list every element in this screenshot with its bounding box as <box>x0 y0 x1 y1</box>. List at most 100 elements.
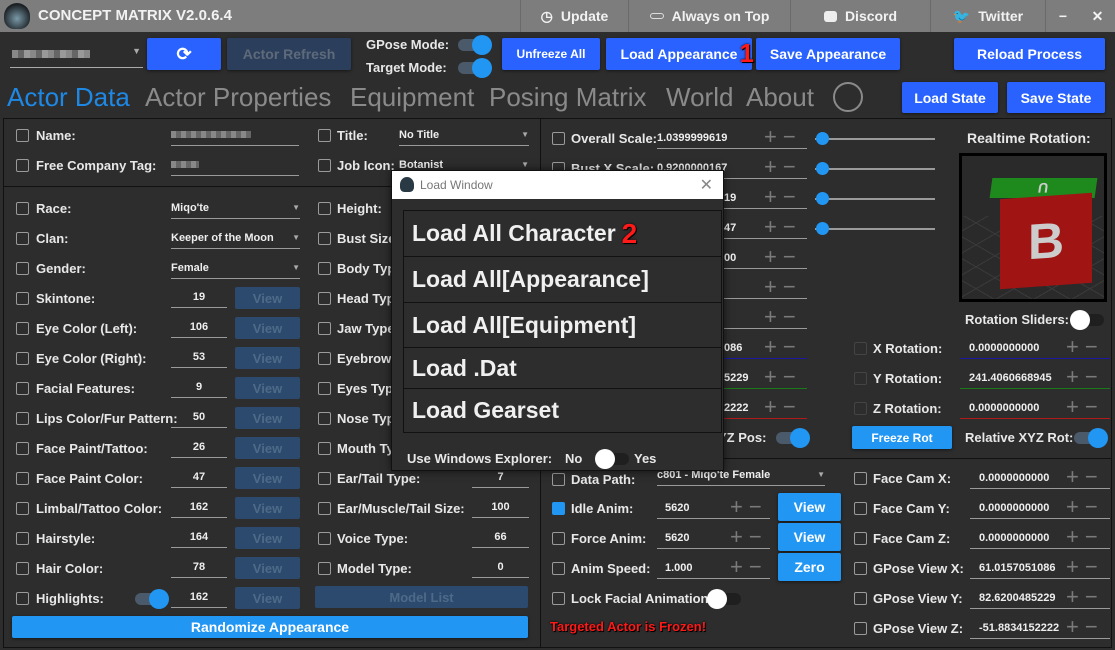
highlights-toggle[interactable] <box>135 589 169 609</box>
view-button[interactable]: View <box>235 437 300 459</box>
gpose-mode-toggle[interactable] <box>458 35 492 55</box>
tab-about[interactable]: About <box>746 82 814 113</box>
lock-facial-checkbox[interactable] <box>552 592 565 605</box>
refresh-button[interactable]: ⟳ <box>147 38 221 70</box>
row-checkbox[interactable] <box>16 262 29 275</box>
row-value-field[interactable]: 19 <box>171 286 227 308</box>
freeze-rot-button[interactable]: Freeze Rot <box>852 426 952 449</box>
rotation-plus-minus[interactable]: +− <box>1066 364 1104 390</box>
row-select[interactable]: Miqo'te ▼ <box>171 197 300 219</box>
scale-plus-minus[interactable]: +− <box>764 334 802 360</box>
view-button[interactable]: View <box>235 377 300 399</box>
row-checkbox[interactable] <box>854 502 867 515</box>
view-button[interactable]: View <box>235 527 300 549</box>
row-value-field[interactable]: 47 <box>171 466 227 488</box>
scale-plus-minus[interactable]: +− <box>764 364 802 390</box>
row-value-field[interactable]: 100 <box>472 496 529 518</box>
tab-posing-matrix[interactable]: Posing Matrix <box>489 82 647 113</box>
row-checkbox[interactable] <box>854 622 867 635</box>
row-checkbox[interactable] <box>318 532 331 545</box>
row-checkbox[interactable] <box>16 292 29 305</box>
load-gearset-button[interactable]: Load Gearset <box>403 388 722 433</box>
fc-tag-field[interactable] <box>171 154 299 176</box>
data-path-checkbox[interactable] <box>552 473 565 486</box>
scale-plus-minus[interactable]: +− <box>764 304 802 330</box>
unfreeze-all-button[interactable]: Unfreeze All <box>502 38 600 70</box>
row-checkbox[interactable] <box>16 202 29 215</box>
rotation-plus-minus[interactable]: +− <box>1066 394 1104 420</box>
camera-plus-minus[interactable]: +− <box>1066 464 1104 490</box>
load-appearance-button[interactable]: Load Appearance 1 <box>606 38 754 70</box>
scale-plus-minus[interactable]: +− <box>764 154 802 180</box>
row-value-field[interactable]: 9 <box>171 376 227 398</box>
speed-zero-button[interactable]: Zero <box>778 553 841 581</box>
view-button[interactable]: View <box>235 557 300 579</box>
save-state-button[interactable]: Save State <box>1007 82 1105 113</box>
row-checkbox[interactable] <box>854 562 867 575</box>
actor-refresh-button[interactable]: Actor Refresh <box>227 38 351 70</box>
discord-button[interactable]: Discord <box>790 0 930 32</box>
camera-plus-minus[interactable]: +− <box>1066 524 1104 550</box>
row-checkbox[interactable] <box>16 532 29 545</box>
relative-rot-toggle[interactable] <box>1074 428 1108 448</box>
idle-plus-minus[interactable]: +− <box>730 494 768 520</box>
force-checkbox[interactable] <box>552 532 565 545</box>
row-checkbox[interactable] <box>318 412 331 425</box>
row-checkbox[interactable] <box>16 352 29 365</box>
tab-world[interactable]: World <box>666 82 733 113</box>
row-value-field[interactable]: 0 <box>472 556 529 578</box>
view-button[interactable]: View <box>235 317 300 339</box>
title-select[interactable]: No Title ▼ <box>399 124 529 146</box>
view-button[interactable]: View <box>235 497 300 519</box>
row-checkbox[interactable] <box>318 442 331 455</box>
row-select[interactable]: Keeper of the Moon ▼ <box>171 227 300 249</box>
actor-select[interactable]: ▼ <box>10 42 143 68</box>
view-button[interactable]: View <box>235 347 300 369</box>
camera-plus-minus[interactable]: +− <box>1066 554 1104 580</box>
row-checkbox[interactable] <box>318 292 331 305</box>
name-checkbox[interactable] <box>16 129 29 142</box>
row-value-field[interactable]: 26 <box>171 436 227 458</box>
view-button[interactable]: View <box>235 407 300 429</box>
scale-plus-minus[interactable]: +− <box>764 184 802 210</box>
row-checkbox[interactable] <box>16 232 29 245</box>
scale-plus-minus[interactable]: +− <box>764 274 802 300</box>
scale-slider[interactable] <box>815 222 935 235</box>
fc-tag-checkbox[interactable] <box>16 159 29 172</box>
row-checkbox[interactable] <box>318 352 331 365</box>
camera-plus-minus[interactable]: +− <box>1066 614 1104 640</box>
palette-icon[interactable] <box>833 82 863 112</box>
rotation-plus-minus[interactable]: +− <box>1066 334 1104 360</box>
row-value-field[interactable]: 162 <box>171 496 227 518</box>
title-checkbox[interactable] <box>318 129 331 142</box>
row-value-field[interactable]: 164 <box>171 526 227 548</box>
force-view-button[interactable]: View <box>778 523 841 551</box>
load-dat-button[interactable]: Load .Dat <box>403 347 722 389</box>
row-value-field[interactable]: 53 <box>171 346 227 368</box>
lock-facial-toggle[interactable] <box>707 589 741 609</box>
row-checkbox[interactable] <box>318 502 331 515</box>
reload-process-button[interactable]: Reload Process <box>954 38 1105 70</box>
speed-plus-minus[interactable]: +− <box>730 554 768 580</box>
rotation-sliders-toggle[interactable] <box>1070 310 1104 330</box>
twitter-button[interactable]: 🐦 Twitter <box>930 0 1045 32</box>
randomize-appearance-button[interactable]: Randomize Appearance <box>12 616 528 638</box>
view-button[interactable]: View <box>235 587 300 609</box>
row-checkbox[interactable] <box>318 382 331 395</box>
camera-plus-minus[interactable]: +− <box>1066 494 1104 520</box>
close-button[interactable]: ✕ <box>1080 0 1115 32</box>
scale-plus-minus[interactable]: +− <box>764 124 802 150</box>
tab-actor-data[interactable]: Actor Data <box>7 82 130 113</box>
view-button[interactable]: View <box>235 467 300 489</box>
row-checkbox[interactable] <box>854 402 867 415</box>
row-checkbox[interactable] <box>16 592 29 605</box>
row-checkbox[interactable] <box>16 442 29 455</box>
scale-plus-minus[interactable]: +− <box>764 394 802 420</box>
load-all-equipment-button[interactable]: Load All[Equipment] <box>403 302 722 348</box>
row-checkbox[interactable] <box>16 322 29 335</box>
row-checkbox[interactable] <box>16 562 29 575</box>
view-button[interactable]: View <box>235 287 300 309</box>
load-state-button[interactable]: Load State <box>902 82 998 113</box>
load-all-character-button[interactable]: Load All Character 2 <box>403 210 722 257</box>
row-checkbox[interactable] <box>318 322 331 335</box>
